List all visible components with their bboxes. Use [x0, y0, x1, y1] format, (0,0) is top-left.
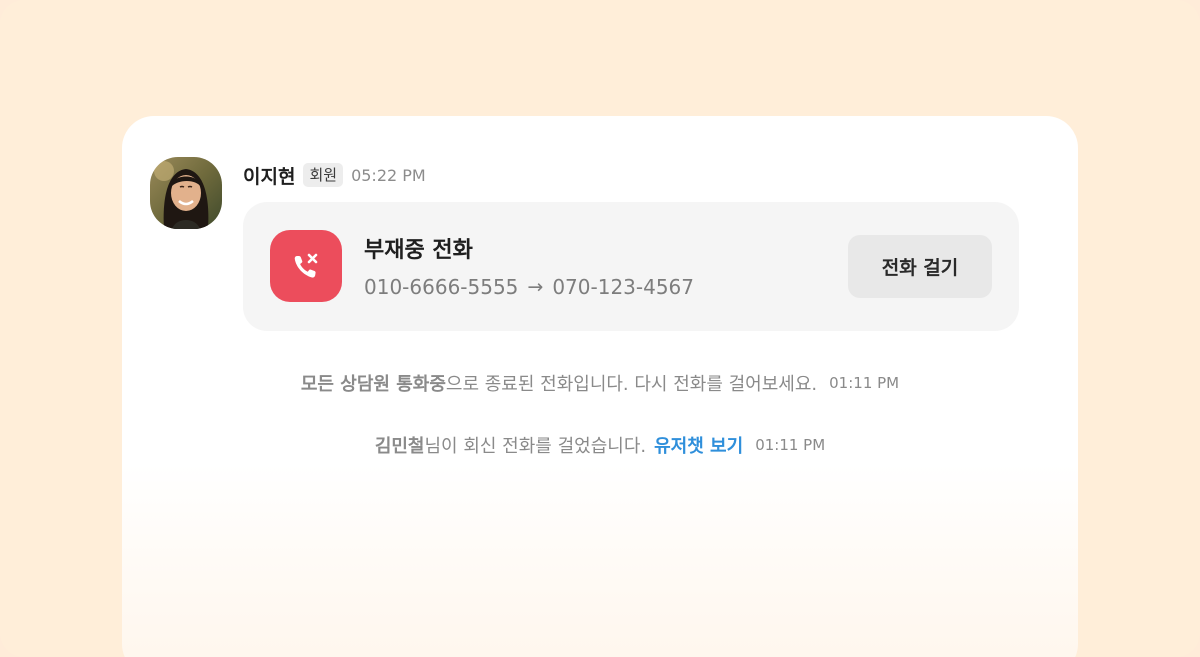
agent-name: 김민철	[374, 436, 425, 457]
system-message-time: 01:11 PM	[829, 374, 900, 392]
system-message-text: 으로 종료된 전화입니다. 다시 전화를 걸어보세요.	[445, 374, 818, 395]
call-back-button[interactable]: 전화 걸기	[848, 235, 992, 298]
sender-name[interactable]: 이지현	[243, 162, 295, 189]
avatar-photo	[150, 157, 222, 229]
system-message-time: 01:11 PM	[755, 436, 826, 454]
from-number: 010-6666-5555	[364, 275, 519, 299]
to-number: 070-123-4567	[552, 275, 695, 299]
system-message-callback: 김민철 님이 회신 전화를 걸었습니다. 유저챗 보기 01:11 PM	[122, 431, 1078, 459]
missed-call-card: 부재중 전화 010-6666-5555 → 070-123-4567 전화 걸…	[243, 202, 1019, 331]
call-numbers: 010-6666-5555 → 070-123-4567	[364, 275, 694, 299]
avatar[interactable]	[150, 157, 222, 229]
message-time: 05:22 PM	[351, 165, 426, 185]
system-message-text: 님이 회신 전화를 걸었습니다.	[424, 436, 647, 457]
system-message-bold: 모든 상담원 통화중	[300, 374, 446, 395]
member-badge: 회원	[303, 163, 344, 187]
arrow-right-icon: →	[527, 276, 544, 298]
system-message-all-agents-busy: 모든 상담원 통화중 으로 종료된 전화입니다. 다시 전화를 걸어보세요. 0…	[122, 369, 1078, 397]
card-title: 부재중 전화	[364, 238, 473, 263]
missed-call-icon	[270, 230, 342, 302]
phone-x-icon	[294, 253, 318, 278]
message-header: 이지현 회원 05:22 PM	[243, 160, 426, 190]
view-userchat-link[interactable]: 유저챗 보기	[654, 432, 743, 458]
